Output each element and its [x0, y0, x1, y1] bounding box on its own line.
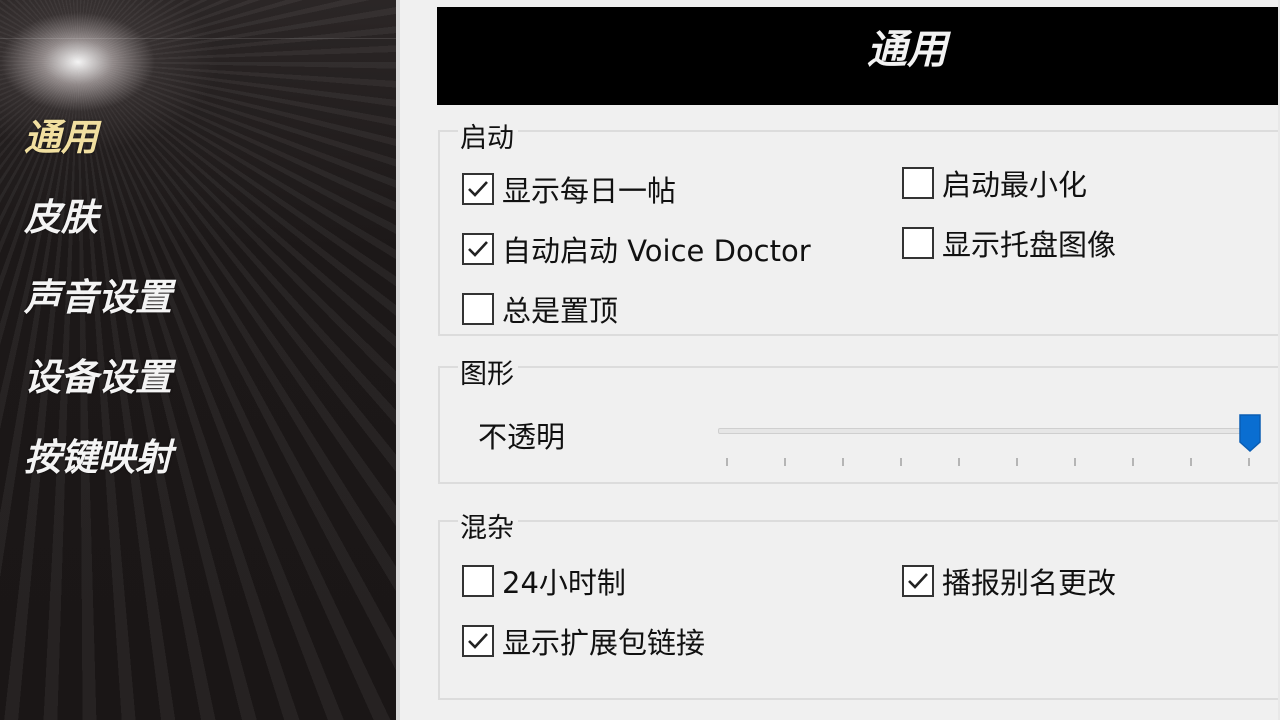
slider-tick: [1132, 458, 1134, 466]
checkmark-icon: [468, 241, 488, 257]
slider-tick: [1016, 458, 1018, 466]
sidebar-edge: [396, 0, 400, 720]
show-expansion-links-label: 显示扩展包链接: [502, 626, 706, 660]
slider-tick: [1248, 458, 1250, 466]
sidebar: 通用 皮肤 声音设置 设备设置 按键映射: [0, 0, 396, 720]
autostart-voice-doctor-label: 自动启动 Voice Doctor: [502, 234, 811, 268]
page-header: 通用: [437, 7, 1280, 105]
slider-tick: [958, 458, 960, 466]
checkbox-box[interactable]: [902, 167, 934, 199]
checkmark-icon: [468, 633, 488, 649]
page-title: 通用: [867, 26, 947, 73]
startup-group: 启动 显示每日一帖 自动启动 Voice Doctor 总是置顶 启动最小化 显…: [438, 116, 1280, 336]
slider-tick: [726, 458, 728, 466]
misc-group-legend: 混杂: [458, 506, 518, 545]
slider-tick: [1074, 458, 1076, 466]
always-on-top-checkbox[interactable]: 总是置顶: [462, 288, 618, 330]
slider-tick: [842, 458, 844, 466]
show-tray-icon-checkbox[interactable]: 显示托盘图像: [902, 222, 1116, 264]
slider-tick: [784, 458, 786, 466]
opacity-label: 不透明: [478, 420, 566, 454]
sidebar-item-general[interactable]: 通用: [24, 110, 172, 190]
announce-alias-change-checkbox[interactable]: 播报别名更改: [902, 560, 1116, 602]
show-daily-tip-checkbox[interactable]: 显示每日一帖: [462, 168, 676, 210]
sidebar-item-skin[interactable]: 皮肤: [24, 190, 172, 270]
checkbox-box[interactable]: [462, 293, 494, 325]
sidebar-divider: [0, 38, 396, 39]
start-minimized-checkbox[interactable]: 启动最小化: [902, 162, 1087, 204]
opacity-slider-track[interactable]: [718, 428, 1258, 434]
show-expansion-links-checkbox[interactable]: 显示扩展包链接: [462, 620, 705, 662]
graphics-group: 图形 不透明: [438, 352, 1280, 484]
startup-group-legend: 启动: [458, 116, 518, 155]
sidebar-item-sound-settings[interactable]: 声音设置: [24, 270, 172, 350]
checkbox-box[interactable]: [462, 565, 494, 597]
slider-thumb-icon[interactable]: [1239, 414, 1261, 452]
always-on-top-label: 总是置顶: [502, 294, 619, 328]
show-tray-icon-label: 显示托盘图像: [942, 228, 1117, 262]
start-minimized-label: 启动最小化: [942, 168, 1088, 202]
slider-tick: [1190, 458, 1192, 466]
checkbox-box[interactable]: [462, 625, 494, 657]
autostart-voice-doctor-checkbox[interactable]: 自动启动 Voice Doctor: [462, 228, 811, 270]
misc-group: 混杂 24小时制 显示扩展包链接 播报别名更改: [438, 506, 1280, 700]
checkbox-box[interactable]: [462, 233, 494, 265]
checkbox-box[interactable]: [902, 227, 934, 259]
graphics-group-legend: 图形: [458, 352, 518, 391]
clock-24h-label: 24小时制: [502, 566, 626, 600]
sidebar-item-device-settings[interactable]: 设备设置: [24, 350, 172, 430]
checkbox-box[interactable]: [902, 565, 934, 597]
slider-tick: [900, 458, 902, 466]
show-daily-tip-label: 显示每日一帖: [502, 174, 677, 208]
checkmark-icon: [468, 181, 488, 197]
clock-24h-checkbox[interactable]: 24小时制: [462, 560, 626, 602]
announce-alias-change-label: 播报别名更改: [942, 566, 1117, 600]
checkmark-icon: [908, 573, 928, 589]
checkbox-box[interactable]: [462, 173, 494, 205]
sidebar-nav: 通用 皮肤 声音设置 设备设置 按键映射: [24, 110, 172, 510]
sidebar-item-key-mapping[interactable]: 按键映射: [24, 430, 172, 510]
